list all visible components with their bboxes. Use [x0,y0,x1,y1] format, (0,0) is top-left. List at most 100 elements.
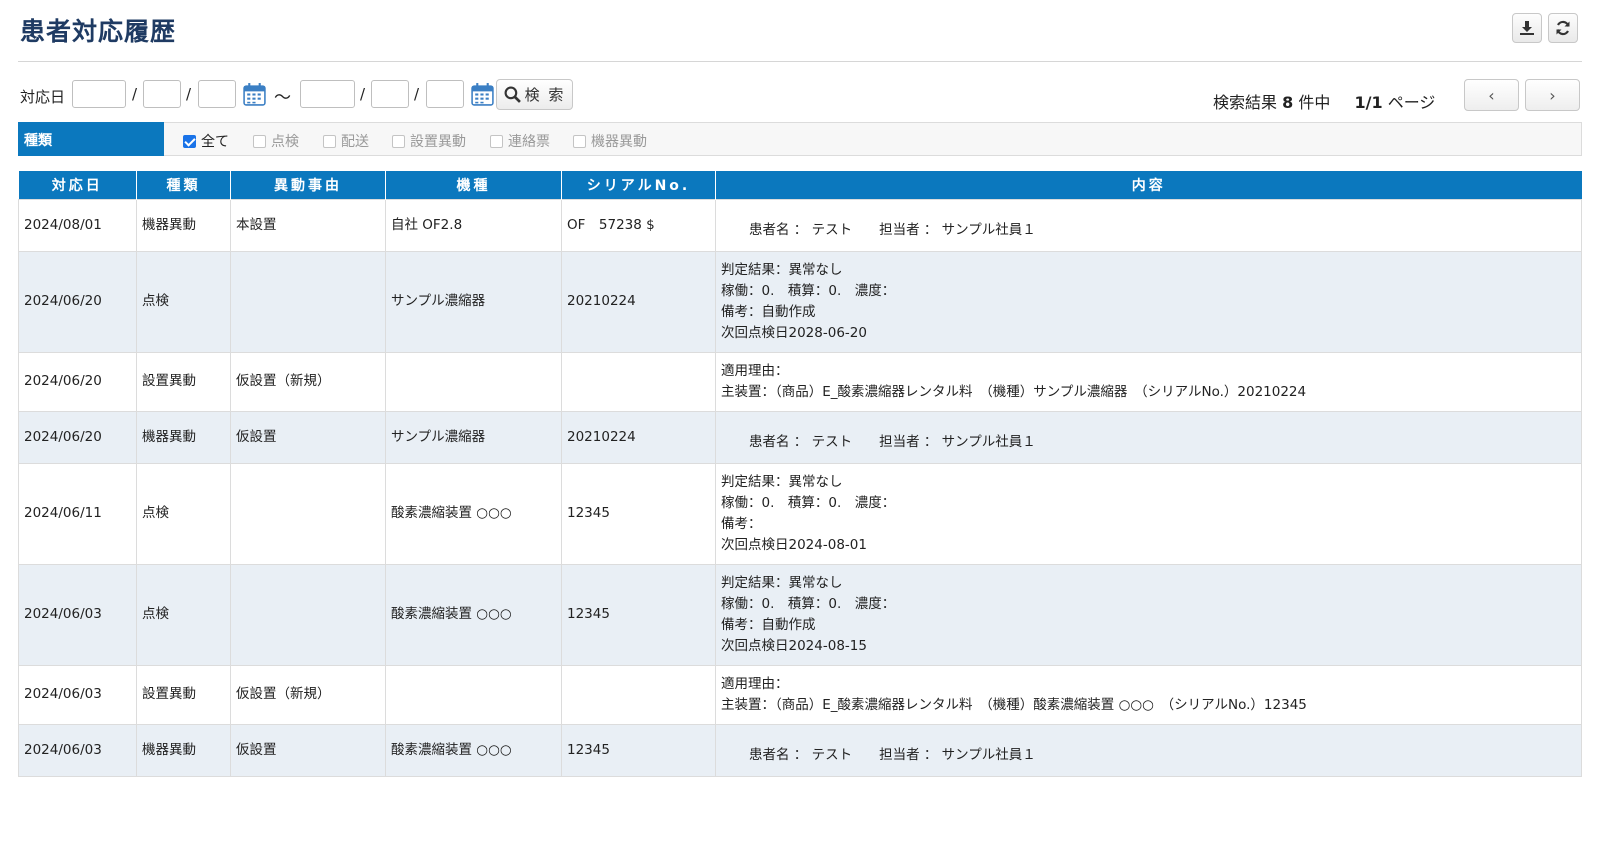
cell-reason [230,563,386,666]
to-month-input[interactable] [371,80,409,108]
checkbox[interactable] [183,134,196,148]
table-row[interactable]: 2024/06/03 機器異動 仮設置 酸素濃縮装置 ○○○ 12345 患者名 ： テス… [18,723,1582,777]
cell-type: 設置異動 [136,664,231,725]
column-header-reason[interactable]: 異動事由 [230,171,386,199]
cell-model: サンプル濃縮器 [385,410,562,464]
cell-type: 機器異動 [136,198,231,252]
cell-type: 設置異動 [136,351,231,412]
table-row[interactable]: 2024/06/20 設置異動 仮設置（新規） 適用理由： 主装置：（商品）E_酸素濃縮… [18,351,1582,412]
cell-content: 判定結果：異常なし稼働：0. 積算：0. 濃度： 備考：自動作成次回点検日2024… [715,563,1582,666]
chevron-left-icon: ‹ [1488,85,1495,105]
refresh-icon [1556,20,1570,36]
filter-option-label: 設置異動 [410,134,466,150]
cell-content: 判定結果：異常なし 稼働：0. 積算：0. 濃度： 備考： 次回点検日2024-08-… [715,462,1582,565]
column-header-date[interactable]: 対応日 [18,171,137,199]
chevron-right-icon: › [1549,85,1556,105]
table-row[interactable]: 2024/06/03 点検 酸素濃縮装置 ○○○ 12345 判定結果：異常なし 稼働：0… [18,563,1582,666]
page-title: 患者対応履歴 [20,17,177,46]
checkbox[interactable] [253,134,266,148]
date-separator: / [360,85,366,103]
content-line: 主装置：（商品）E_酸素濃縮器レンタル料 （機種）サンプル濃縮器 （シリアルNo… [721,383,1307,400]
table-header-row: 対応日 種類 異動事由 機種 シリアルNo. 内容 [18,171,1582,199]
checkbox[interactable] [490,134,503,148]
content-line: 稼働：0. 積算：0. 濃度： [721,494,896,511]
content-line: 主装置：（商品）E_酸素濃縮器レンタル料 （機種）酸素濃縮装置 ○○○ （シリア… [721,696,1307,713]
content-line: 患者名 ： テスト 担当者 ： サンプル社員１ [749,221,1036,238]
date-separator: / [132,85,138,103]
cell-date: 2024/06/20 [18,410,137,464]
next-page-button[interactable]: › [1525,79,1580,111]
cell-model: 酸素濃縮装置 ○○○ [385,563,562,666]
cell-date: 2024/06/20 [18,351,137,412]
column-header-serial[interactable]: シリアルNo. [561,171,716,199]
table-row[interactable]: 2024/08/01 機器異動 本設置 自社 OF2.8 OF 57238 $ 患者名 ：… [18,198,1582,252]
from-day-input[interactable] [198,80,236,108]
content-line: 稼働：0. 積算：0. 濃度： [721,595,896,612]
cell-model [385,664,562,725]
checkbox[interactable] [573,134,586,148]
content-line: 判定結果：異常なし [721,574,843,591]
cell-reason: 仮設置（新規） [230,351,386,412]
cell-model: 酸素濃縮装置 ○○○ [385,723,562,777]
table-row[interactable]: 2024/06/20 点検 サンプル濃縮器 20210224 判定結果：異常なし 稼働：0… [18,250,1582,353]
cell-serial: 12345 [561,723,716,777]
history-table: 対応日 種類 異動事由 機種 シリアルNo. 内容 2024/08/01 機器異動… [18,171,1582,777]
content-line: 適用理由： [721,675,789,692]
content-line: 患者名 ： テスト 担当者 ： サンプル社員１ [749,433,1036,450]
table-row[interactable]: 2024/06/03 設置異動 仮設置（新規） 適用理由： 主装置：（商品）E_酸素濃縮… [18,664,1582,725]
filter-checkbox-delivery[interactable]: 配送 [323,131,369,151]
table-row[interactable]: 2024/06/20 機器異動 仮設置 サンプル濃縮器 20210224 患者名 ： テス… [18,410,1582,464]
content-line: 次回点検日2024-08-15 [721,637,867,654]
search-button-label: 検 索 [524,86,566,104]
page-indicator: 1/1 [1354,93,1383,112]
result-suffix: 件中 [1298,93,1331,112]
cell-reason: 本設置 [230,198,386,252]
cell-serial [561,664,716,725]
cell-date: 2024/08/01 [18,198,137,252]
cell-serial: OF 57238 $ [561,198,716,252]
checkbox[interactable] [323,134,336,148]
filter-option-label: 点検 [271,134,299,150]
content-line: 次回点検日2028-06-20 [721,324,867,341]
cell-type: 点検 [136,462,231,565]
prev-page-button[interactable]: ‹ [1464,79,1519,111]
to-day-input[interactable] [426,80,464,108]
type-filter-row: 種類 全て 点検 配送 設置異動 連絡票 機器異動 [18,122,1582,156]
table-row[interactable]: 2024/06/11 点検 酸素濃縮装置 ○○○ 12345 判定結果：異常なし 稼働：0… [18,462,1582,565]
cell-content: 適用理由： 主装置：（商品）E_酸素濃縮器レンタル料 （機種）サンプル濃縮器 （シ… [715,351,1582,412]
from-year-input[interactable] [72,80,126,108]
cell-content: 患者名 ： テスト 担当者 ： サンプル社員１ [715,198,1582,252]
download-button[interactable] [1512,13,1542,43]
cell-type: 機器異動 [136,723,231,777]
date-separator: / [414,85,420,103]
cell-date: 2024/06/03 [18,563,137,666]
column-header-type[interactable]: 種類 [136,171,231,199]
checkbox[interactable] [392,134,405,148]
filter-checkbox-device-change[interactable]: 機器異動 [573,131,647,151]
filter-checkbox-contact[interactable]: 連絡票 [490,131,550,151]
from-month-input[interactable] [143,80,181,108]
cell-content: 患者名 ： テスト 担当者 ： サンプル社員１ [715,410,1582,464]
cell-model [385,351,562,412]
column-header-content[interactable]: 内容 [715,171,1582,199]
content-line: 備考：自動作成 [721,616,816,633]
refresh-button[interactable] [1548,13,1578,43]
cell-reason: 仮設置 [230,410,386,464]
to-year-input[interactable] [300,80,355,108]
filter-checkbox-all[interactable]: 全て [183,131,229,151]
cell-date: 2024/06/11 [18,462,137,565]
column-header-model[interactable]: 機種 [385,171,562,199]
date-label: 対応日 [20,88,66,106]
filter-checkbox-inspection[interactable]: 点検 [253,131,299,151]
content-line: 適用理由： [721,362,789,379]
calendar-icon[interactable] [242,82,267,107]
result-summary: 検索結果 8 件中 1/1 ページ [1213,89,1435,113]
filter-checkbox-install-change[interactable]: 設置異動 [392,131,466,151]
content-line: 判定結果：異常なし [721,261,843,278]
cell-model: サンプル濃縮器 [385,250,562,353]
calendar-icon[interactable] [470,82,495,107]
search-button[interactable]: 検 索 [496,79,573,110]
cell-reason: 仮設置 [230,723,386,777]
result-count: 8 [1282,93,1294,112]
date-separator: / [186,85,192,103]
